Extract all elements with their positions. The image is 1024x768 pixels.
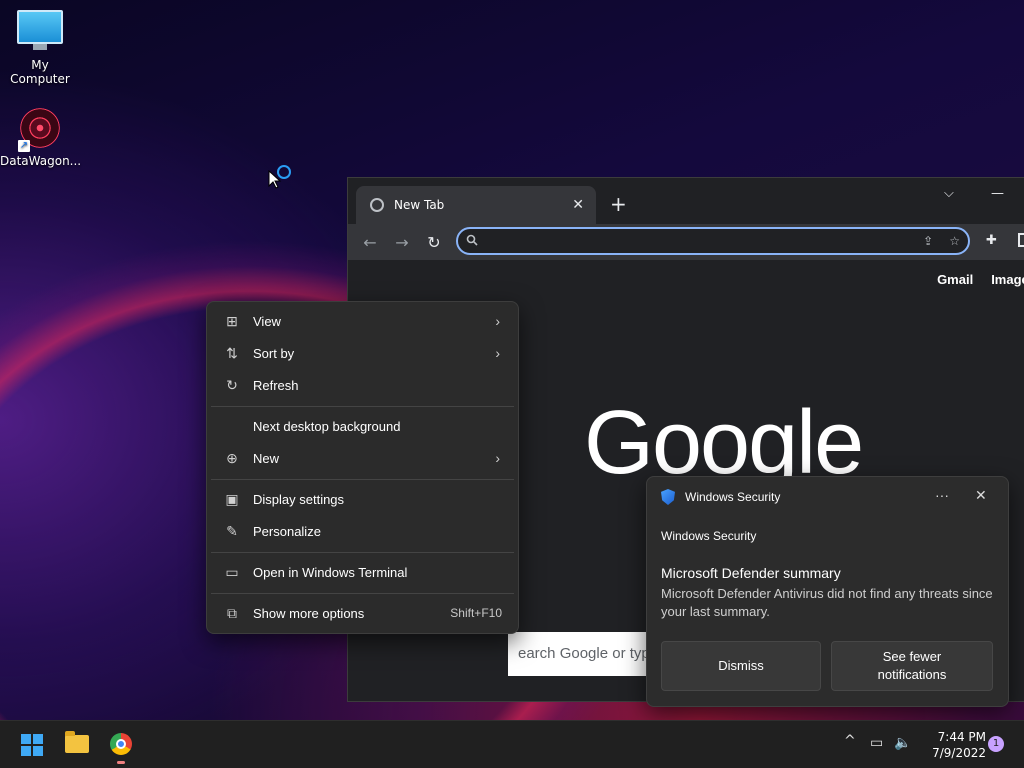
- sort-icon: ⇅: [226, 344, 238, 361]
- menu-item-view[interactable]: ⊞ View ›: [211, 306, 514, 336]
- taskbar: ^ ▭ 🔈 7:44 PM 7/9/2022 1: [0, 720, 1024, 768]
- menu-item-next-background[interactable]: Next desktop background: [211, 411, 514, 441]
- notification-app-name: Windows Security: [661, 529, 757, 543]
- chrome-favicon-icon: [370, 198, 384, 212]
- back-arrow-icon[interactable]: ←: [354, 233, 386, 252]
- shortcut-label: Shift+F10: [450, 606, 502, 620]
- shield-icon: [661, 489, 675, 505]
- address-bar[interactable]: ⇪ ☆: [456, 227, 970, 255]
- notification-header-title: Windows Security: [685, 490, 781, 504]
- security-notification: Windows Security ··· ✕ Windows Security …: [646, 476, 1009, 707]
- brush-icon: ✎: [226, 522, 238, 539]
- top-links: Gmail Images: [919, 272, 1024, 287]
- clock-date: 7/9/2022: [932, 746, 986, 760]
- desktop-icon-datawagon[interactable]: ↗ DataWagon...: [0, 106, 82, 168]
- menu-item-windows-terminal[interactable]: ▭ Open in Windows Terminal: [211, 557, 514, 587]
- tab-new-tab[interactable]: New Tab ✕: [356, 186, 596, 224]
- search-placeholder: earch Google or type: [518, 645, 659, 662]
- busy-spinner-icon: [277, 165, 291, 179]
- reload-icon[interactable]: ↻: [418, 233, 450, 252]
- desktop-icon-my-computer[interactable]: My Computer: [0, 10, 80, 86]
- desktop-icon-label: DataWagon...: [0, 154, 82, 168]
- menu-separator: [211, 593, 514, 594]
- notification-body: Microsoft Defender Antivirus did not fin…: [661, 586, 993, 619]
- chevron-right-icon: ›: [495, 450, 500, 466]
- chevron-right-icon: ›: [495, 345, 500, 361]
- chrome-taskbar-icon[interactable]: [110, 733, 132, 755]
- notification-header: Windows Security: [661, 489, 780, 505]
- minimize-button[interactable]: —: [991, 186, 1004, 201]
- more-options-icon[interactable]: ···: [935, 487, 949, 503]
- network-icon[interactable]: ▭: [870, 735, 883, 751]
- menu-item-show-more-options[interactable]: ⧉ Show more options Shift+F10: [211, 598, 514, 628]
- see-fewer-button[interactable]: See fewer notifications: [831, 641, 993, 691]
- tab-strip: New Tab ✕ + ⌵ —: [348, 178, 1024, 224]
- menu-item-sort-by[interactable]: ⇅ Sort by ›: [211, 338, 514, 368]
- volume-icon[interactable]: 🔈: [894, 735, 911, 751]
- notification-title: Microsoft Defender summary: [661, 565, 841, 581]
- terminal-icon: ▭: [225, 563, 239, 580]
- browser-toolbar: ← → ↻ ⇪ ☆ ✚: [348, 224, 1024, 260]
- clock-time: 7:44 PM: [937, 730, 986, 744]
- address-input[interactable]: [486, 232, 916, 250]
- images-link[interactable]: Images: [991, 272, 1024, 287]
- new-tab-button[interactable]: +: [610, 192, 627, 216]
- menu-separator: [211, 479, 514, 480]
- desktop-icon-label: My Computer: [10, 58, 70, 86]
- menu-separator: [211, 552, 514, 553]
- start-button[interactable]: [21, 734, 43, 756]
- display-icon: ▣: [225, 490, 239, 507]
- desktop-context-menu: ⊞ View › ⇅ Sort by › ↻ Refresh Next desk…: [206, 301, 519, 634]
- menu-item-refresh[interactable]: ↻ Refresh: [211, 370, 514, 400]
- refresh-icon: ↻: [226, 376, 238, 393]
- forward-arrow-icon[interactable]: →: [386, 233, 418, 252]
- tab-close-icon[interactable]: ✕: [572, 197, 584, 213]
- bookmark-star-icon[interactable]: ☆: [949, 234, 960, 248]
- plus-circle-icon: ⊕: [226, 449, 238, 466]
- grid-icon: ⊞: [226, 312, 238, 329]
- menu-separator: [211, 406, 514, 407]
- datawagon-logo-icon: ↗: [18, 106, 62, 152]
- active-indicator: [117, 761, 125, 764]
- tray-chevron-icon[interactable]: ^: [844, 733, 856, 749]
- taskbar-clock[interactable]: 7:44 PM 7/9/2022: [920, 729, 986, 761]
- share-icon[interactable]: ⇪: [923, 234, 933, 248]
- dismiss-button[interactable]: Dismiss: [661, 641, 821, 691]
- monitor-icon: [17, 10, 63, 50]
- tab-search-icon[interactable]: ⌵: [944, 186, 954, 201]
- gmail-link[interactable]: Gmail: [937, 272, 973, 287]
- menu-item-new[interactable]: ⊕ New ›: [211, 443, 514, 473]
- close-icon[interactable]: ✕: [975, 487, 987, 504]
- file-explorer-icon[interactable]: [65, 731, 89, 753]
- extensions-puzzle-icon[interactable]: ✚: [986, 233, 997, 248]
- external-icon: ⧉: [227, 604, 237, 621]
- notification-count-badge[interactable]: 1: [988, 736, 1004, 752]
- search-icon: [466, 234, 478, 249]
- menu-item-personalize[interactable]: ✎ Personalize: [211, 516, 514, 546]
- side-panel-icon[interactable]: [1018, 233, 1024, 247]
- shortcut-arrow-icon: ↗: [18, 140, 30, 152]
- chevron-right-icon: ›: [495, 313, 500, 329]
- menu-item-display-settings[interactable]: ▣ Display settings: [211, 484, 514, 514]
- tab-title: New Tab: [394, 198, 445, 212]
